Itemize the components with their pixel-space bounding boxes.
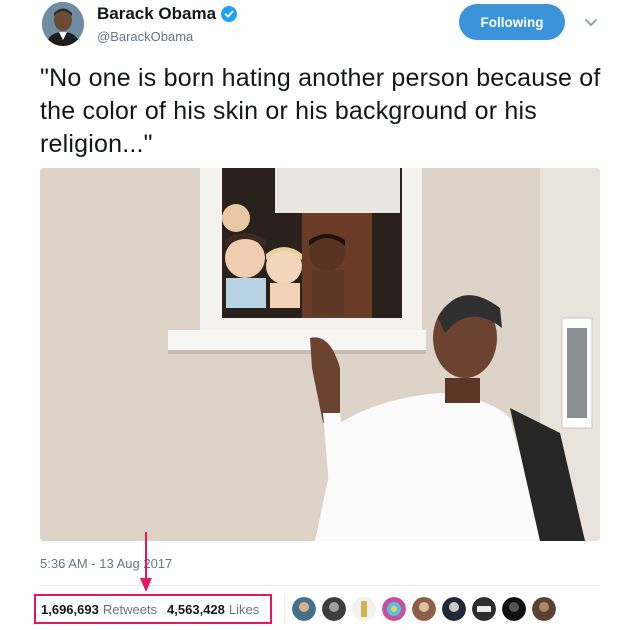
likes-label: Likes	[228, 601, 260, 617]
liker-avatar[interactable]	[502, 597, 526, 621]
stats-separator	[284, 594, 285, 624]
liker-avatar[interactable]	[412, 597, 436, 621]
liker-avatar[interactable]	[382, 597, 406, 621]
chevron-down-icon[interactable]	[582, 14, 600, 32]
author-name[interactable]: Barack Obama	[97, 4, 216, 24]
liker-avatar[interactable]	[472, 597, 496, 621]
liker-avatar[interactable]	[322, 597, 346, 621]
tweet-header: Barack Obama @BarackObama Following	[0, 0, 639, 60]
verified-badge-icon	[221, 6, 238, 22]
tweet-timestamp[interactable]: 5:36 AM - 13 Aug 2017	[40, 556, 172, 571]
retweets-label: Retweets	[102, 601, 158, 617]
author-handle[interactable]: @BarackObama	[97, 29, 193, 44]
liker-avatar[interactable]	[292, 597, 316, 621]
tweet-text: "No one is born hating another person be…	[40, 64, 601, 158]
divider	[40, 585, 600, 586]
likers-avatars	[292, 597, 562, 621]
liker-avatar[interactable]	[442, 597, 466, 621]
engagement-stats-highlight: 1,696,693 Retweets 4,563,428 Likes	[34, 594, 272, 624]
likes-stat[interactable]: 4,563,428 Likes	[167, 602, 259, 617]
likes-count: 4,563,428	[167, 601, 225, 617]
retweets-stat[interactable]: 1,696,693 Retweets	[41, 602, 157, 617]
liker-avatar[interactable]	[352, 597, 376, 621]
following-button[interactable]: Following	[459, 4, 565, 40]
author-avatar[interactable]	[42, 2, 84, 46]
tweet-photo[interactable]	[40, 168, 600, 541]
retweets-count: 1,696,693	[41, 601, 99, 617]
liker-avatar[interactable]	[532, 597, 556, 621]
